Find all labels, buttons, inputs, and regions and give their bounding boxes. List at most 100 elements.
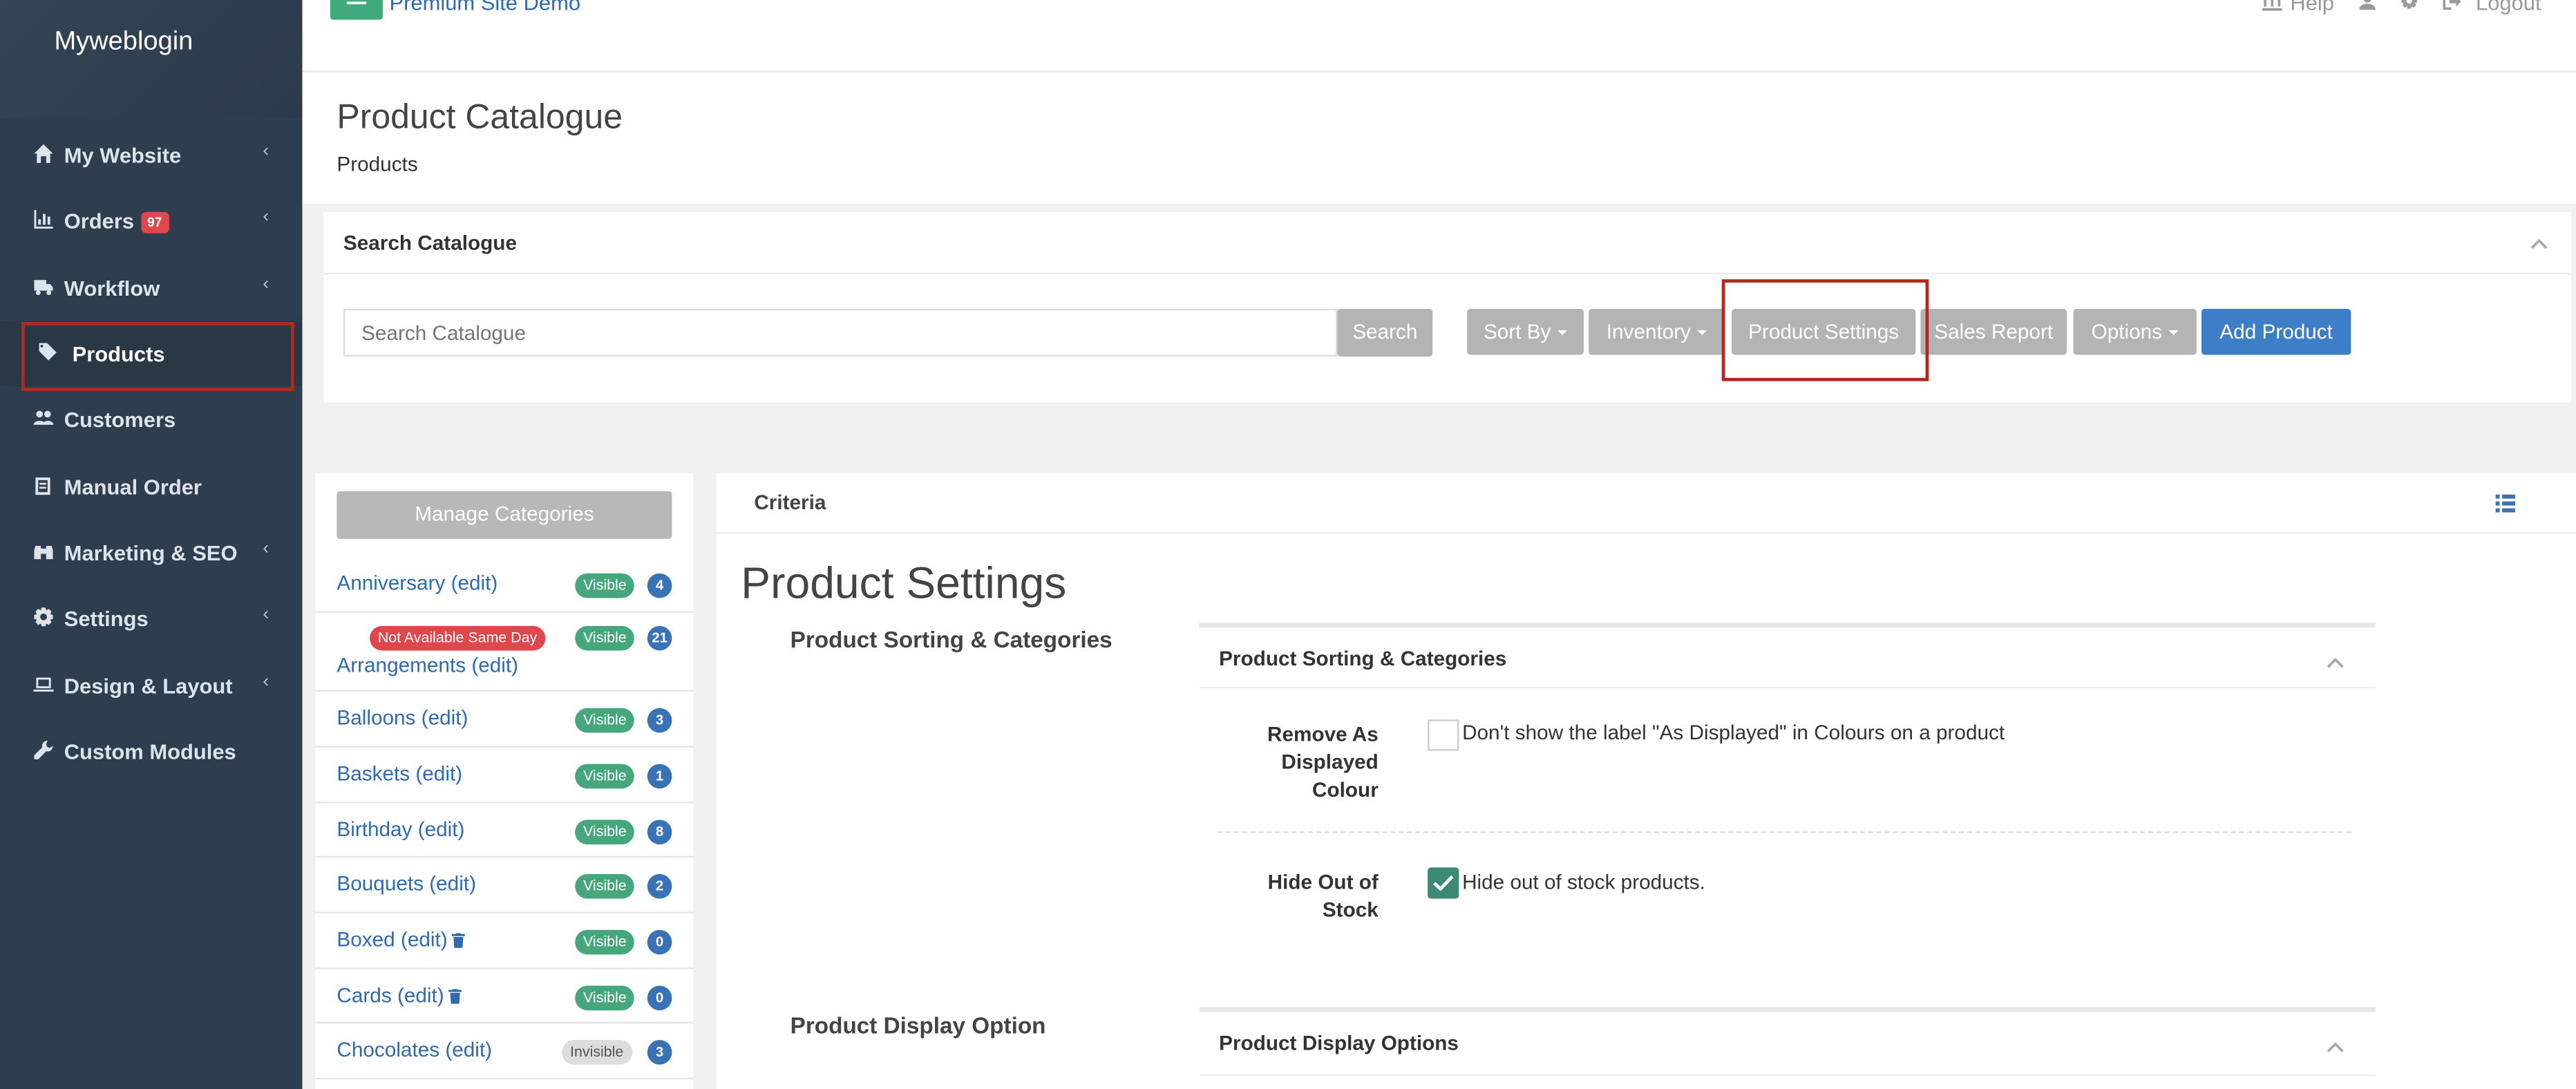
hamburger-icon	[346, 1, 367, 5]
gear-icon[interactable]	[2400, 0, 2418, 10]
sidebar-item-marketing-seo[interactable]: Marketing & SEO ‹	[0, 519, 302, 585]
category-link[interactable]: Birthday (edit)	[337, 818, 464, 841]
category-link[interactable]: Arrangements (edit)	[337, 654, 518, 676]
category-link[interactable]: Cards (edit)	[337, 984, 462, 1007]
display-options-panel-header[interactable]: Product Display Options	[1199, 1007, 2376, 1077]
orders-count-badge: 97	[140, 211, 169, 234]
list-icon[interactable]	[2495, 494, 2516, 513]
category-row: Cards (edit) Visible 0	[315, 969, 694, 1024]
sort-by-dropdown[interactable]: Sort By	[1467, 308, 1584, 355]
product-count-badge: 0	[647, 985, 672, 1011]
category-link[interactable]: Bouquets (edit)	[337, 873, 476, 896]
sidebar-item-manual-order[interactable]: Manual Order	[0, 453, 302, 519]
chevron-left-icon: ‹	[263, 538, 269, 559]
search-panel-header[interactable]: Search Catalogue	[323, 212, 2571, 275]
trash-icon[interactable]	[448, 989, 462, 1004]
user-icon[interactable]	[2359, 0, 2376, 10]
search-button[interactable]: Search	[1337, 308, 1433, 357]
highlight-box-product-settings	[1721, 279, 1929, 381]
criteria-header: Criteria	[716, 473, 2576, 534]
remove-as-displayed-checkbox[interactable]	[1428, 719, 1459, 751]
hide-out-of-stock-checkbox[interactable]	[1428, 867, 1459, 899]
category-link[interactable]: Chocolates (edit)	[337, 1039, 492, 1061]
sales-report-button[interactable]: Sales Report	[1920, 308, 2067, 355]
search-input[interactable]	[343, 308, 1338, 357]
chevron-up-icon[interactable]	[2327, 1041, 2345, 1053]
search-catalogue-panel: Search Catalogue Search Sort By Inventor…	[323, 211, 2571, 403]
visibility-badge: Visible	[575, 820, 635, 845]
product-count-badge: 1	[647, 764, 672, 789]
chevron-up-icon[interactable]	[2327, 657, 2345, 669]
category-link[interactable]: Boxed (edit)	[337, 928, 466, 951]
users-icon	[33, 410, 54, 425]
page-header: Product Catalogue Products	[302, 72, 2576, 204]
category-link[interactable]: Balloons (edit)	[337, 706, 468, 729]
sidebar-item-label: Customers	[64, 407, 176, 433]
product-count-badge: 0	[647, 929, 672, 955]
highlight-box-products	[21, 322, 294, 391]
divider	[1217, 831, 2351, 833]
trash-icon[interactable]	[452, 933, 466, 948]
sidebar-item-label: Marketing & SEO	[64, 540, 238, 565]
category-link[interactable]: Anniversary (edit)	[337, 571, 498, 594]
category-link[interactable]: Baskets (edit)	[337, 762, 462, 785]
help-link[interactable]: Help	[2290, 0, 2334, 15]
sidebar-item-label: Settings	[64, 606, 149, 631]
sidebar-item-workflow[interactable]: Workflow ‹	[0, 255, 302, 321]
binoculars-icon	[34, 545, 53, 560]
sidebar-item-orders[interactable]: Orders 97 ‹	[0, 187, 302, 253]
product-count-badge: 4	[647, 573, 672, 598]
sidebar-item-customers[interactable]: Customers	[0, 386, 302, 452]
brand-header: Myweblogin	[0, 0, 303, 119]
criteria-title: Criteria	[754, 491, 826, 515]
chevron-left-icon: ‹	[263, 604, 269, 625]
breadcrumb: Products	[337, 153, 418, 176]
product-count-badge: 3	[647, 1040, 672, 1065]
page-title: Product Catalogue	[337, 98, 623, 137]
sidebar-item-design-layout[interactable]: Design & Layout ‹	[0, 652, 302, 718]
chevron-left-icon: ‹	[263, 141, 269, 162]
criteria-panel: Criteria Product Settings Product Sortin…	[716, 473, 2576, 1089]
check-icon	[1433, 875, 1454, 891]
sidebar-item-custom-modules[interactable]: Custom Modules	[0, 718, 302, 784]
category-row: Baskets (edit) Visible 1	[315, 748, 694, 804]
caret-down-icon	[1557, 330, 1568, 336]
category-row: Birthday (edit) Visible 8	[315, 804, 694, 858]
chevron-left-icon: ‹	[263, 207, 269, 227]
manage-categories-button[interactable]: Manage Categories	[337, 491, 672, 539]
sidebar-item-label: Orders 97	[64, 209, 169, 234]
category-row: Chocolates (edit) Invisible 3	[315, 1023, 694, 1080]
menu-toggle-button[interactable]	[330, 0, 383, 20]
product-count-badge: 21	[647, 625, 672, 651]
sorting-panel-title: Product Sorting & Categories	[1219, 647, 1507, 671]
sidebar-item-label: Workflow	[64, 276, 160, 301]
home-icon	[34, 144, 53, 163]
hide-out-of-stock-text: Hide out of stock products.	[1462, 871, 1705, 894]
sidebar-item-settings[interactable]: Settings ‹	[0, 585, 302, 650]
brand-name: Myweblogin	[54, 28, 193, 56]
wrench-icon	[34, 740, 53, 759]
category-row: Not Available Same Day Arrangements (edit…	[315, 613, 694, 692]
chevron-up-icon[interactable]	[2530, 238, 2548, 250]
section-sorting-title: Product Sorting & Categories	[790, 625, 1112, 652]
sidebar-item-my-website[interactable]: My Website ‹	[0, 122, 302, 187]
category-row: Bouquets (edit) Visible 2	[315, 858, 694, 913]
chevron-left-icon: ‹	[263, 274, 269, 294]
sidebar-item-label: Custom Modules	[64, 739, 236, 764]
product-count-badge: 3	[647, 708, 672, 733]
bar-chart-icon	[34, 209, 53, 229]
category-row: Boxed (edit) Visible 0	[315, 913, 694, 969]
add-product-button[interactable]: Add Product	[2201, 308, 2351, 355]
logout-link[interactable]: Logout	[2476, 0, 2541, 15]
visibility-badge: Visible	[575, 929, 635, 955]
laptop-icon	[33, 677, 54, 692]
search-panel-title: Search Catalogue	[343, 231, 517, 255]
sidebar-item-label: Manual Order	[64, 475, 202, 500]
category-row: Anniversary (edit) Visible 4	[315, 557, 694, 613]
sorting-panel-header[interactable]: Product Sorting & Categories	[1199, 623, 2376, 689]
book-icon	[35, 477, 50, 495]
options-dropdown[interactable]: Options	[2073, 308, 2197, 355]
inventory-dropdown[interactable]: Inventory	[1589, 308, 1725, 355]
site-link[interactable]: Premium Site Demo	[389, 0, 580, 15]
product-settings-title: Product Settings	[741, 558, 1067, 608]
